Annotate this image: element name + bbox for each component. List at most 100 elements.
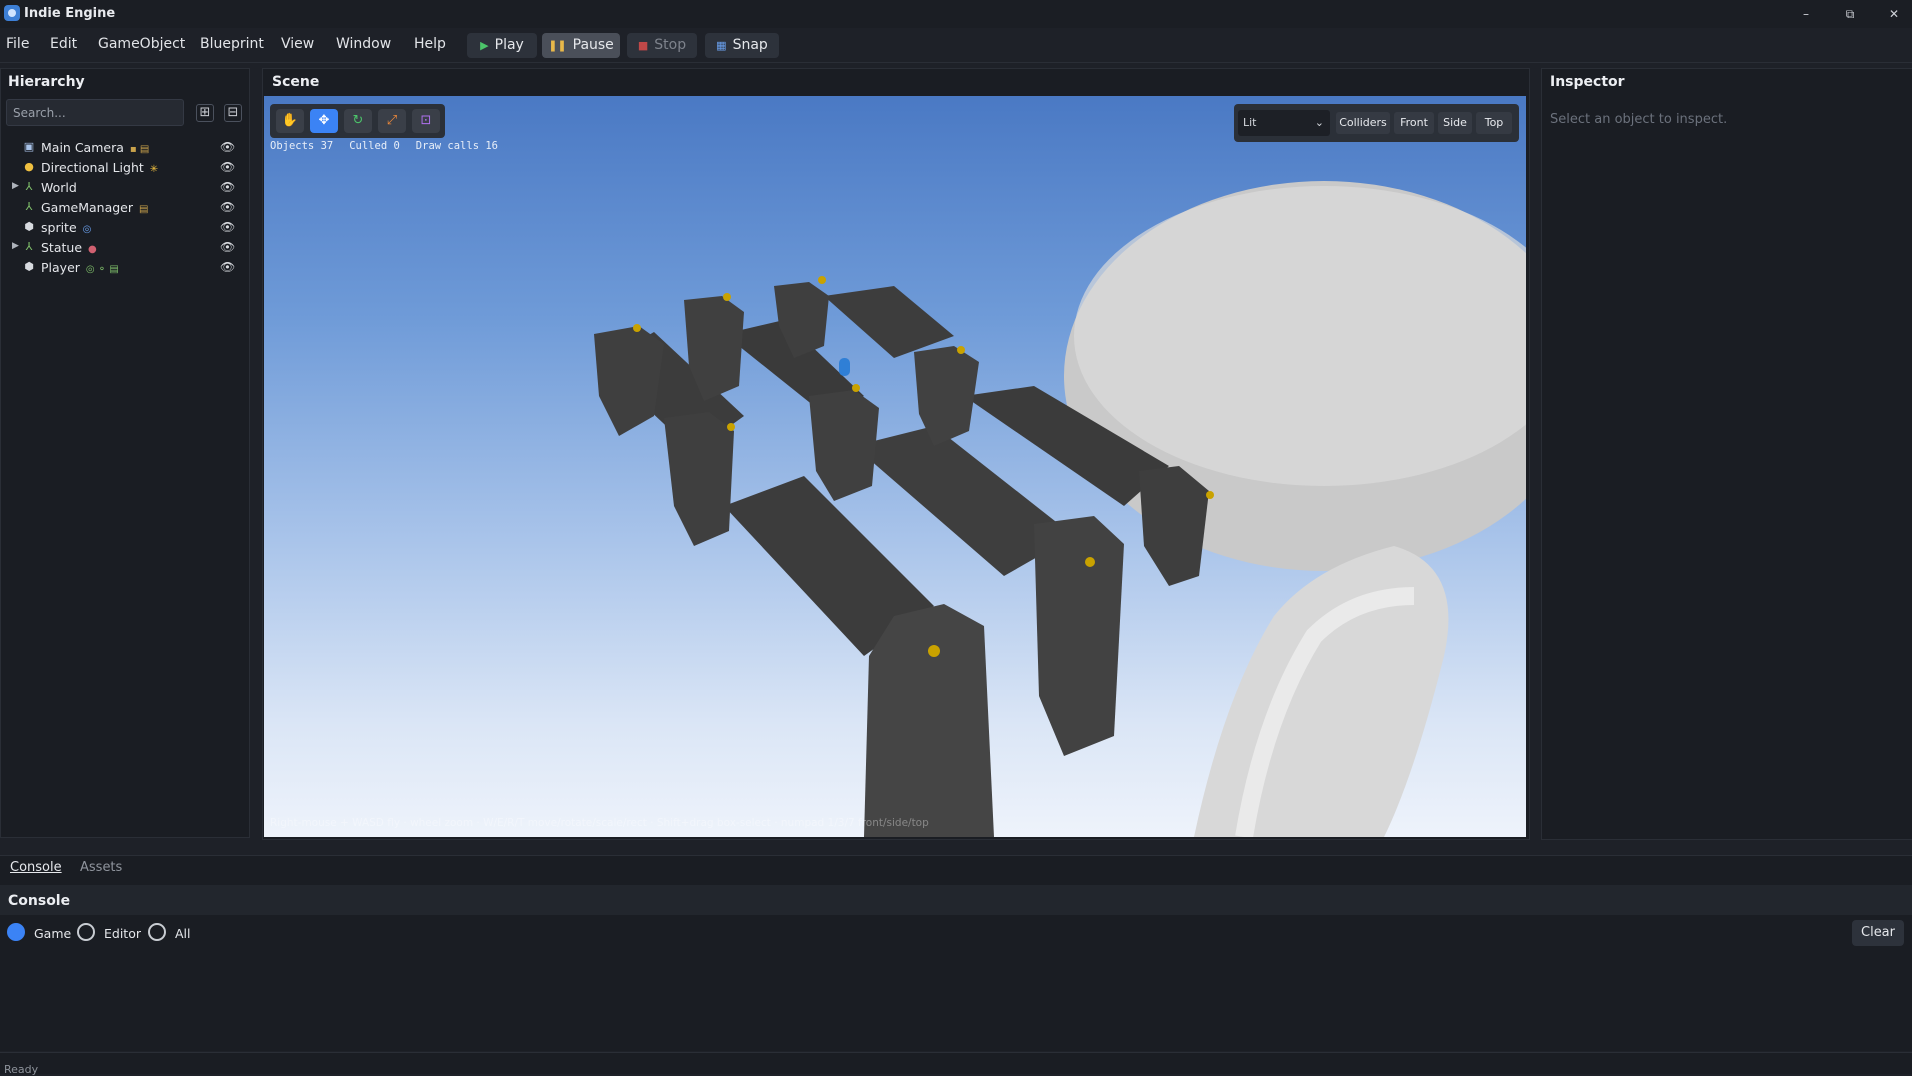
coin[interactable] xyxy=(1206,491,1214,499)
hierarchy-search-input[interactable]: Search... xyxy=(6,99,184,126)
stop-icon: ■ xyxy=(637,39,649,52)
hierarchy-title: Hierarchy xyxy=(8,74,85,90)
hierarchy-item-sprite[interactable]: ⬢ sprite ◎ 👁 xyxy=(0,218,240,238)
hierarchy-item-label: Player ◎ ⚬ ▤ xyxy=(41,260,119,275)
filter-all-radio[interactable] xyxy=(148,923,166,941)
visibility-eye-icon[interactable]: 👁 xyxy=(220,240,235,254)
component-tags: ✳ xyxy=(149,164,159,175)
pillar[interactable] xyxy=(1034,516,1124,756)
visibility-eye-icon[interactable]: 👁 xyxy=(220,220,235,234)
snap-button[interactable]: ▦ Snap xyxy=(705,33,779,58)
menu-window[interactable]: Window xyxy=(336,36,391,52)
hierarchy-item-directional-light[interactable]: ● Directional Light ✳ 👁 xyxy=(0,158,240,178)
hierarchy-item-player[interactable]: ⬢ Player ◎ ⚬ ▤ 👁 xyxy=(0,258,240,278)
hand-tool-icon[interactable]: ✋ xyxy=(276,109,304,133)
tab-assets[interactable]: Assets xyxy=(80,860,122,875)
inspector-panel xyxy=(1541,68,1912,840)
visibility-eye-icon[interactable]: 👁 xyxy=(220,260,235,274)
filter-game-radio[interactable] xyxy=(7,923,25,941)
front-view-button[interactable]: Front xyxy=(1394,112,1434,134)
grid-icon: ▦ xyxy=(716,39,727,52)
filter-game-label: Game xyxy=(34,926,72,941)
clear-console-button[interactable]: Clear xyxy=(1852,920,1904,946)
pillar[interactable] xyxy=(809,390,879,501)
scene-viewport[interactable] xyxy=(264,96,1526,837)
menu-help[interactable]: Help xyxy=(414,36,446,52)
transform-icon: ⅄ xyxy=(25,240,33,253)
visibility-eye-icon[interactable]: 👁 xyxy=(220,200,235,214)
console-header xyxy=(0,885,1912,915)
hierarchy-item-label: Directional Light ✳ xyxy=(41,160,158,175)
coin[interactable] xyxy=(633,324,641,332)
light-icon: ● xyxy=(24,160,34,173)
coin[interactable] xyxy=(1085,557,1095,567)
culled-count: Culled 0 xyxy=(349,140,400,152)
menu-file[interactable]: File xyxy=(6,36,29,52)
expand-arrow-icon[interactable]: ▶ xyxy=(12,181,19,191)
shading-mode-select[interactable]: Lit ⌄ xyxy=(1238,110,1330,136)
coin[interactable] xyxy=(957,346,965,354)
hierarchy-item-label: Main Camera ▪ ▤ xyxy=(41,140,149,155)
side-view-button[interactable]: Side xyxy=(1438,112,1472,134)
scene-stats: Objects 37 Culled 0 Draw calls 16 xyxy=(270,140,514,152)
scene-render xyxy=(594,181,1526,837)
menu-edit[interactable]: Edit xyxy=(50,36,77,52)
coin[interactable] xyxy=(852,384,860,392)
restore-button[interactable]: ⧉ xyxy=(1836,4,1864,24)
coin[interactable] xyxy=(727,423,735,431)
hierarchy-item-main-camera[interactable]: ▣ Main Camera ▪ ▤ 👁 xyxy=(0,138,240,158)
menu-blueprint[interactable]: Blueprint xyxy=(200,36,264,52)
status-bar xyxy=(0,1052,1912,1074)
play-button[interactable]: ▶ Play xyxy=(467,33,537,58)
coin[interactable] xyxy=(723,293,731,301)
stop-button[interactable]: ■ Stop xyxy=(627,33,697,58)
pillar[interactable] xyxy=(594,326,664,436)
rotate-tool-icon[interactable]: ↻ xyxy=(344,109,372,133)
coin[interactable] xyxy=(818,276,826,284)
expand-all-button[interactable]: ⊞ xyxy=(196,104,214,122)
expand-arrow-icon[interactable]: ▶ xyxy=(12,241,19,251)
component-tags: ◎ ⚬ ▤ xyxy=(85,264,119,275)
move-tool-icon[interactable]: ✥ xyxy=(310,109,338,133)
close-button[interactable]: ✕ xyxy=(1880,4,1908,24)
hierarchy-item-label: Statue ● xyxy=(41,240,97,255)
transform-icon: ⅄ xyxy=(25,200,33,213)
filter-editor-radio[interactable] xyxy=(77,923,95,941)
scene-controls-hint: Right-mouse + WASD fly · wheel zoom · W/… xyxy=(270,817,929,829)
pause-icon: ❚❚ xyxy=(548,39,567,52)
collapse-all-button[interactable]: ⊟ xyxy=(224,104,242,122)
hierarchy-item-label: sprite ◎ xyxy=(41,220,91,235)
hierarchy-item-statue[interactable]: ▶ ⅄ Statue ● 👁 xyxy=(0,238,240,258)
pillar[interactable] xyxy=(1139,466,1209,586)
pause-button[interactable]: ❚❚ Pause xyxy=(542,33,620,58)
visibility-eye-icon[interactable]: 👁 xyxy=(220,180,235,194)
coin[interactable] xyxy=(928,645,940,657)
visibility-eye-icon[interactable]: 👁 xyxy=(220,140,235,154)
colliders-button[interactable]: Colliders xyxy=(1336,112,1390,134)
bottom-tab-bar xyxy=(0,855,1912,884)
hierarchy-item-gamemanager[interactable]: ⅄ GameManager ▤ 👁 xyxy=(0,198,240,218)
hierarchy-item-label: World xyxy=(41,180,77,195)
top-view-button[interactable]: Top xyxy=(1476,112,1512,134)
slab[interactable] xyxy=(824,286,954,358)
console-title: Console xyxy=(8,893,71,909)
filter-editor-label: Editor xyxy=(104,926,141,941)
objects-count: Objects 37 xyxy=(270,140,334,152)
visibility-eye-icon[interactable]: 👁 xyxy=(220,160,235,174)
tab-console[interactable]: Console xyxy=(10,860,62,875)
filter-all-label: All xyxy=(175,926,191,941)
pillar[interactable] xyxy=(864,604,994,837)
scale-tool-icon[interactable]: ⤢ xyxy=(378,109,406,133)
rect-tool-icon[interactable]: ⊡ xyxy=(412,109,440,133)
component-tags: ● xyxy=(88,244,97,255)
pillar[interactable] xyxy=(664,412,734,546)
scene-title: Scene xyxy=(272,74,320,90)
minimize-button[interactable]: – xyxy=(1792,4,1820,24)
stop-label: Stop xyxy=(654,37,687,53)
item-name: Main Camera xyxy=(41,140,124,155)
shading-mode-value: Lit xyxy=(1243,116,1257,129)
hierarchy-item-world[interactable]: ▶ ⅄ World 👁 xyxy=(0,178,240,198)
player-object[interactable] xyxy=(839,358,850,376)
menu-gameobject[interactable]: GameObject xyxy=(98,36,185,52)
menu-view[interactable]: View xyxy=(281,36,314,52)
